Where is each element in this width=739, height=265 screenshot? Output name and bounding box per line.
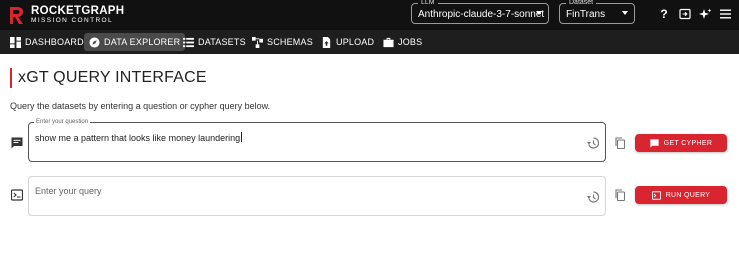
logo[interactable]: ROCKETGRAPH MISSION CONTROL: [8, 5, 124, 25]
nav-schemas[interactable]: SCHEMAS: [247, 33, 318, 51]
nav-data-explorer[interactable]: DATA EXPLORER: [84, 33, 186, 51]
dataset-select-value: FinTrans: [566, 9, 606, 20]
terminal-icon: [11, 189, 23, 201]
history-icon[interactable]: [587, 191, 599, 203]
question-field-label: Enter your question: [34, 118, 91, 127]
chevron-down-icon: [622, 11, 628, 15]
run-query-label: RUN QUERY: [665, 191, 711, 199]
chat-icon: [11, 137, 23, 149]
help-icon[interactable]: ?: [657, 7, 671, 21]
terminal-icon: [651, 190, 661, 200]
dataset-select-caption: Dataset: [566, 0, 597, 8]
nav-dashboard-label: DASHBOARD: [25, 37, 84, 47]
nav-dashboard[interactable]: DASHBOARD: [5, 33, 89, 51]
sparkle-icon[interactable]: [698, 7, 712, 21]
query-field[interactable]: Enter your query: [28, 176, 606, 216]
nav-upload[interactable]: UPLOAD: [316, 33, 379, 51]
text-cursor: [241, 132, 243, 142]
brand-name: ROCKETGRAPH: [31, 4, 125, 17]
get-cypher-button[interactable]: GET CYPHER: [635, 134, 727, 152]
nav-datasets-label: DATASETS: [198, 37, 246, 47]
list-icon: [183, 37, 194, 47]
rocketgraph-logo-icon: [10, 7, 23, 24]
title-accent-bar: [10, 68, 12, 88]
run-query-button[interactable]: RUN QUERY: [635, 186, 727, 204]
query-input-placeholder[interactable]: Enter your query: [35, 186, 102, 196]
copy-icon[interactable]: [614, 189, 626, 201]
page-title: xGT QUERY INTERFACE: [18, 69, 207, 86]
chevron-down-icon: [536, 11, 542, 15]
nav-jobs[interactable]: JOBS: [378, 33, 427, 51]
nav-jobs-label: JOBS: [398, 37, 423, 47]
login-icon[interactable]: [678, 7, 692, 21]
dashboard-icon: [10, 36, 21, 48]
menu-icon[interactable]: [718, 7, 732, 21]
main-nav: DASHBOARD DATA EXPLORER DATASETS SCHEMAS…: [0, 30, 739, 54]
question-field[interactable]: Enter your question show me a pattern th…: [28, 118, 606, 162]
brand-subtitle: MISSION CONTROL: [31, 17, 114, 24]
page-title-row: xGT QUERY INTERFACE: [10, 68, 207, 88]
nav-upload-label: UPLOAD: [336, 37, 375, 47]
llm-select-caption: LLM: [418, 0, 438, 8]
question-input-text: show me a pattern that looks like money …: [35, 133, 241, 143]
llm-select[interactable]: LLM Anthropic-claude-3-7-sonnet: [411, 0, 549, 24]
briefcase-icon: [383, 37, 394, 47]
llm-select-value: Anthropic-claude-3-7-sonnet: [418, 9, 545, 20]
dataset-select[interactable]: Dataset FinTrans: [559, 0, 635, 24]
app-header: ROCKETGRAPH MISSION CONTROL LLM Anthropi…: [0, 0, 739, 30]
page-description: Query the datasets by entering a questio…: [10, 101, 271, 111]
copy-icon[interactable]: [614, 137, 626, 149]
compass-icon: [89, 36, 100, 48]
question-input[interactable]: show me a pattern that looks like money …: [35, 132, 243, 143]
upload-icon: [322, 36, 331, 48]
chat-icon: [650, 138, 659, 148]
nav-data-explorer-label: DATA EXPLORER: [104, 37, 181, 47]
get-cypher-label: GET CYPHER: [663, 139, 713, 147]
schema-icon: [252, 36, 263, 48]
nav-schemas-label: SCHEMAS: [267, 37, 313, 47]
nav-datasets[interactable]: DATASETS: [178, 33, 251, 51]
history-icon[interactable]: [587, 137, 599, 149]
